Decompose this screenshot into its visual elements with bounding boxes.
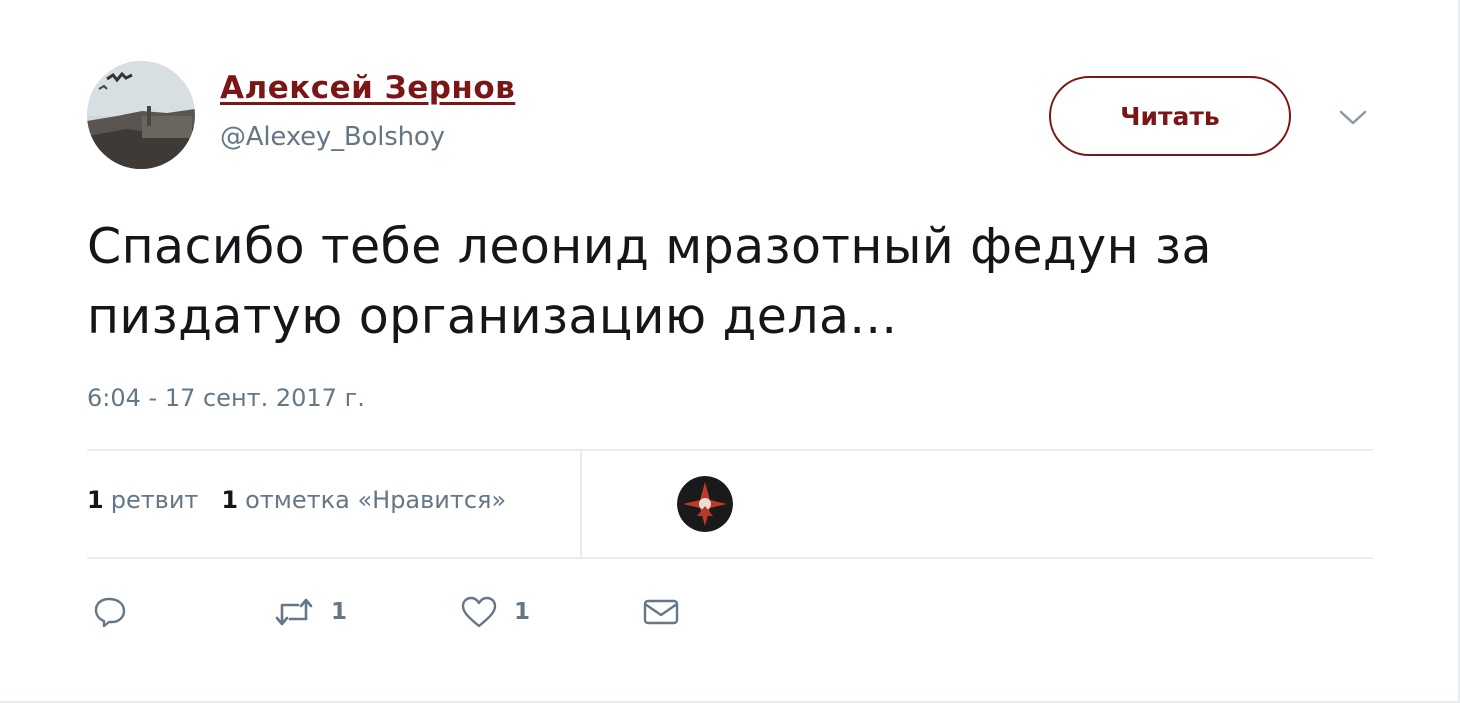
- stats-bottom-divider: [87, 557, 1373, 559]
- avatar-photo-icon: [87, 61, 195, 169]
- like-count: 1: [514, 599, 531, 625]
- author-avatar[interactable]: [87, 61, 195, 169]
- tweet-menu-button[interactable]: [1333, 100, 1373, 136]
- tweet-text: Спасибо тебе леонид мразотный федун за п…: [87, 218, 1212, 345]
- retweets-count[interactable]: 1: [87, 486, 104, 514]
- retweet-button[interactable]: 1: [273, 592, 347, 632]
- liker-avatar[interactable]: [677, 476, 733, 532]
- retweet-icon: [275, 598, 313, 626]
- envelope-icon: [643, 599, 679, 625]
- stats-vertical-divider: [580, 450, 582, 558]
- likes-count[interactable]: 1: [221, 486, 238, 514]
- heart-icon: [461, 596, 497, 628]
- retweets-label[interactable]: ретвит: [111, 486, 199, 514]
- retweet-count: 1: [331, 599, 348, 625]
- stats-top-divider: [87, 449, 1373, 451]
- likes-label[interactable]: отметка «Нравится»: [245, 486, 506, 514]
- direct-message-button[interactable]: [642, 592, 680, 632]
- tweet-timestamp[interactable]: 6:04 - 17 сент. 2017 г.: [87, 384, 365, 412]
- like-button[interactable]: 1: [460, 592, 530, 632]
- author-name[interactable]: Алексей Зернов: [220, 70, 515, 106]
- chevron-down-icon: [1339, 110, 1367, 125]
- tweet-stats: 1 ретвит 1 отметка «Нравится»: [87, 486, 506, 514]
- author-handle[interactable]: @Alexey_Bolshoy: [220, 122, 445, 152]
- follow-button[interactable]: Читать: [1049, 76, 1291, 156]
- reply-icon: [94, 597, 126, 628]
- reply-button[interactable]: [92, 592, 128, 632]
- liker-avatar-icon: [677, 476, 733, 532]
